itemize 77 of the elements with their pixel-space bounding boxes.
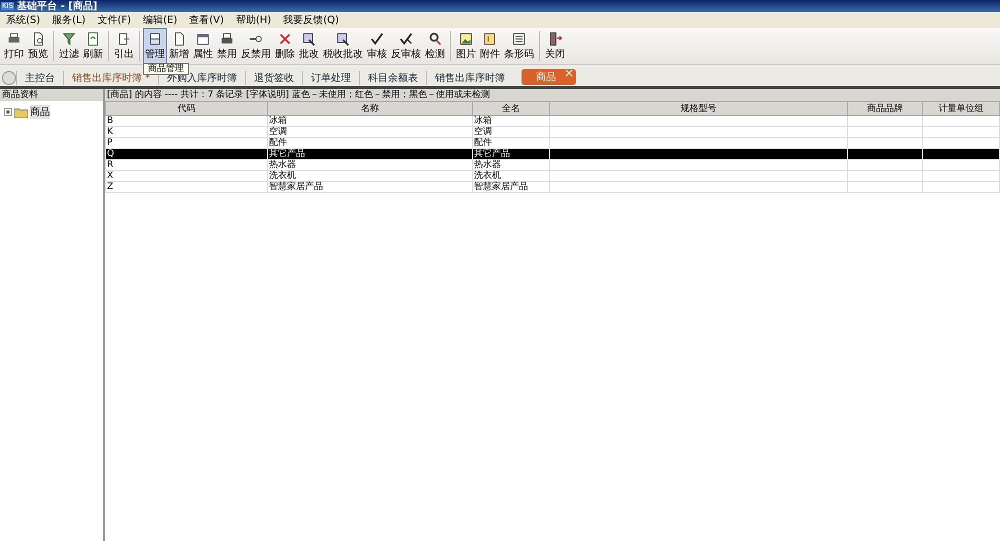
table-cell: 洗衣机 <box>268 170 472 182</box>
image-icon <box>458 31 474 47</box>
window-title: 基础平台 - [商品] <box>17 0 98 13</box>
table-cell: 空调 <box>268 126 472 138</box>
toolbar-button[interactable]: 反审核 <box>389 28 423 64</box>
menu-item[interactable]: 查看(V) <box>189 13 224 27</box>
tab[interactable]: 订单处理 <box>302 71 360 85</box>
table-cell: K <box>106 126 268 138</box>
magnifier-icon <box>427 31 443 47</box>
menu-item[interactable]: 服务(L) <box>52 13 86 27</box>
tooltip: 商品管理 <box>143 63 189 75</box>
tree-item[interactable]: 商品 <box>30 105 50 119</box>
toolbar-button[interactable]: 关闭 <box>543 28 567 64</box>
toolbar-button[interactable]: 刷新 <box>81 28 105 64</box>
table-cell: 热水器 <box>268 160 472 170</box>
expand-icon[interactable] <box>4 108 12 116</box>
check-icon <box>369 31 385 47</box>
table-cell: B <box>106 116 268 126</box>
column-header[interactable]: 商品品牌 <box>848 102 922 116</box>
table-cell: 热水器 <box>472 160 550 170</box>
column-header[interactable]: 计量单位组 <box>922 102 1000 116</box>
toolbar-button[interactable]: 引出 <box>112 28 136 64</box>
table-cell: 其它产品 <box>472 148 550 160</box>
table-cell: 智慧家居产品 <box>268 182 472 192</box>
toolbar-button[interactable]: 附件 <box>478 28 502 64</box>
table-cell: 智慧家居产品 <box>472 182 550 192</box>
table-cell: 洗衣机 <box>472 170 550 182</box>
folder-icon <box>14 106 28 118</box>
tab[interactable]: 科目余额表 <box>359 71 426 85</box>
cross-icon <box>277 31 293 47</box>
tab[interactable]: 销售出库序时簿 <box>426 71 514 85</box>
table-cell: 空调 <box>472 126 550 138</box>
toolbar-button[interactable]: 属性 <box>191 28 215 64</box>
toolbar-button[interactable]: 管理 <box>143 28 167 64</box>
toolbar-button[interactable]: 预览 <box>26 28 50 64</box>
toolbar-button[interactable]: 禁用 <box>215 28 239 64</box>
menu-item[interactable]: 编辑(E) <box>143 13 178 27</box>
column-header[interactable]: 名称 <box>268 102 472 116</box>
table-cell: R <box>106 160 268 170</box>
export-icon <box>116 31 132 47</box>
edit-icon <box>335 31 351 47</box>
cross-check-icon <box>398 31 414 47</box>
toolbar-button[interactable]: 新增 <box>167 28 191 64</box>
menu-item[interactable]: 帮助(H) <box>236 13 272 27</box>
table-cell: X <box>106 170 268 182</box>
toolbar-button[interactable]: 批改 <box>297 28 321 64</box>
table-cell: 冰箱 <box>268 116 472 126</box>
tab[interactable]: 退货签收 <box>245 71 302 85</box>
tab[interactable]: 主控台 <box>16 71 63 85</box>
table-cell: Q <box>106 148 268 160</box>
column-header[interactable]: 全名 <box>472 102 550 116</box>
exit-icon <box>547 31 563 47</box>
menu-item[interactable]: 我要反馈(Q) <box>283 13 339 27</box>
column-header[interactable]: 规格型号 <box>550 102 848 116</box>
dropdown-icon[interactable] <box>2 71 16 85</box>
table-cell: 冰箱 <box>472 116 550 126</box>
menu-item[interactable]: 文件(F) <box>98 13 132 27</box>
table-cell: 其它产品 <box>268 148 472 160</box>
edit-icon <box>301 31 317 47</box>
toolbar-button[interactable]: 反禁用 <box>239 28 273 64</box>
toolbar-button[interactable]: 过滤 <box>57 28 81 64</box>
toolbar-button[interactable]: 打印 <box>2 28 26 64</box>
toolbar-button[interactable]: 图片 <box>454 28 478 64</box>
funnel-icon <box>61 31 77 47</box>
window-icon <box>195 31 211 47</box>
menu-item[interactable]: 系统(S) <box>6 13 40 27</box>
close-icon[interactable] <box>565 69 574 77</box>
toolbar-button[interactable]: 审核 <box>365 28 389 64</box>
toolbar-button[interactable]: 检测 <box>423 28 447 64</box>
column-header[interactable]: 代码 <box>106 102 268 116</box>
tab[interactable]: 商品 <box>521 69 576 85</box>
summary-text: [商品] 的内容 ---- 共计：7 条记录 [字体说明] 蓝色－未使用；红色－禁用；黑色－使用或未检测 <box>105 89 1000 101</box>
toolbar-button[interactable]: 删除 <box>273 28 297 64</box>
table-cell: Z <box>106 182 268 192</box>
toolbar-button[interactable]: 税收批改 <box>321 28 365 64</box>
panel-title: 商品资料 <box>0 89 103 101</box>
toolbar-button[interactable]: 条形码 <box>502 28 536 64</box>
